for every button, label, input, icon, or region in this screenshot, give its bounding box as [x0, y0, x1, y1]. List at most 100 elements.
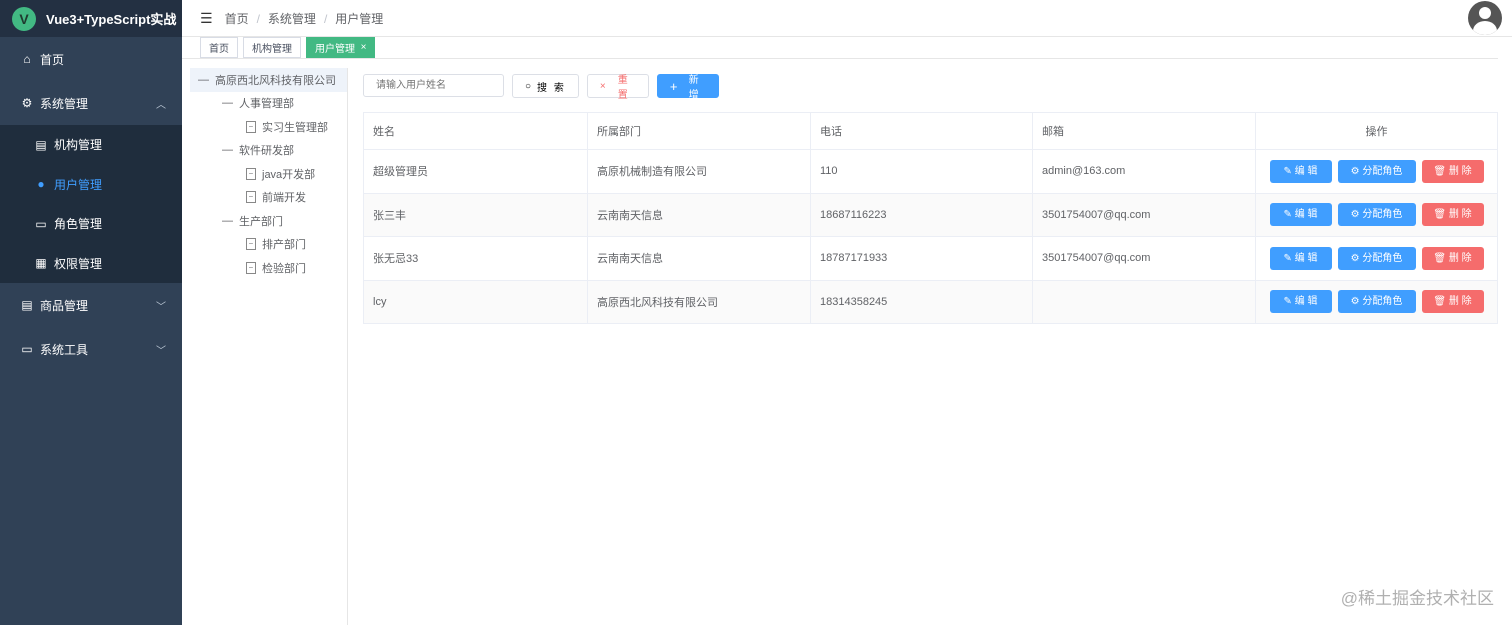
- table-cell: 云南南天信息: [587, 192, 811, 237]
- column-header: 操作: [1255, 112, 1498, 150]
- edit-icon: ✎: [1283, 165, 1295, 177]
- table-cell: [1032, 279, 1256, 324]
- edit-button[interactable]: ✎ 编 辑: [1269, 246, 1332, 270]
- sidebar-item-system[interactable]: ⚙ 系统管理 ︿: [0, 81, 182, 125]
- sidebar-item-tools[interactable]: ▭ 系统工具 ﹀: [0, 327, 182, 371]
- add-user-button[interactable]: + 新 增: [656, 74, 719, 101]
- tree-node-label: 高原西北风科技有限公司: [215, 74, 336, 87]
- table-cell: 3501754007@qq.com: [1032, 192, 1256, 237]
- table-cell: 云南南天信息: [587, 236, 811, 281]
- sidebar-item-label: 商品管理: [40, 298, 89, 313]
- watermark: @稀土掘金技术社区: [1340, 589, 1494, 608]
- file-icon: –: [246, 261, 256, 274]
- delete-button[interactable]: 🗑 删 除: [1421, 246, 1484, 270]
- tree-node[interactable]: – 排产部门: [190, 233, 347, 257]
- button-label: 分配角色: [1362, 209, 1403, 221]
- tree-node[interactable]: – 实习生管理部: [190, 115, 347, 139]
- tree-node[interactable]: – 检验部门: [190, 256, 347, 280]
- sidebar-item-label: 系统工具: [40, 342, 89, 357]
- breadcrumb-item: 用户管理: [335, 11, 384, 26]
- button-label: 编 辑: [1294, 165, 1318, 177]
- table-row: 张三丰 云南南天信息 18687116223 3501754007@qq.com ✎ 编…: [363, 192, 1498, 237]
- search-input[interactable]: [363, 74, 504, 97]
- tab-label: 首页: [209, 44, 229, 55]
- edit-icon: ✎: [1283, 252, 1295, 264]
- button-label: 删 除: [1448, 252, 1472, 264]
- button-label: 删 除: [1448, 209, 1472, 221]
- button-label: 编 辑: [1294, 252, 1318, 264]
- tree-node[interactable]: — 人事管理部: [190, 92, 347, 116]
- close-icon[interactable]: ×: [361, 42, 367, 53]
- trash-icon: 🗑: [1433, 165, 1449, 177]
- tab-org[interactable]: 机构管理: [243, 37, 301, 58]
- document-icon: ▤: [21, 298, 33, 312]
- assign-role-button[interactable]: ⚙ 分配角色: [1337, 246, 1416, 270]
- button-label: 分配角色: [1362, 296, 1403, 308]
- tree-node-label: 实习生管理部: [262, 121, 328, 134]
- hamburger-menu-icon[interactable]: ☰: [200, 10, 213, 27]
- table-row: lcy 高原西北风科技有限公司 18314358245 ✎ 编 辑 ⚙ 分配角色 🗑 删 …: [363, 279, 1498, 324]
- sidebar-item-permissions[interactable]: ▦ 权限管理: [0, 244, 182, 284]
- user-icon: ●: [37, 177, 45, 192]
- sidebar-item-home[interactable]: ⌂ 首页: [0, 37, 182, 81]
- tree-node[interactable]: – 前端开发: [190, 186, 347, 210]
- sidebar-item-org[interactable]: ▤ 机构管理: [0, 125, 182, 165]
- assign-role-button[interactable]: ⚙ 分配角色: [1337, 290, 1416, 314]
- column-header: 电话: [810, 112, 1033, 150]
- delete-button[interactable]: 🗑 删 除: [1421, 290, 1484, 314]
- tree-node[interactable]: – java开发部: [190, 162, 347, 186]
- delete-button[interactable]: 🗑 删 除: [1421, 159, 1484, 183]
- plus-icon: +: [669, 78, 680, 94]
- tree-node[interactable]: — 高原西北风科技有限公司: [190, 68, 347, 92]
- sidebar-item-users[interactable]: ● 用户管理: [0, 165, 182, 205]
- breadcrumb: 首页 / 系统管理 / 用户管理: [224, 11, 384, 26]
- tree-node-label: 生产部门: [239, 215, 283, 228]
- actions-cell: ✎ 编 辑 ⚙ 分配角色 🗑 删 除: [1255, 236, 1498, 281]
- table-cell: 18687116223: [810, 192, 1033, 237]
- table-cell: 3501754007@qq.com: [1032, 236, 1256, 281]
- edit-button[interactable]: ✎ 编 辑: [1269, 290, 1332, 314]
- edit-icon: ✎: [1283, 296, 1295, 308]
- tab-home[interactable]: 首页: [200, 37, 238, 58]
- tree-node-label: 软件研发部: [239, 145, 294, 158]
- app-logo: V Vue3+TypeScript实战: [0, 0, 182, 37]
- reset-button[interactable]: × 重 置: [586, 74, 649, 101]
- search-button[interactable]: ○ 搜 索: [512, 74, 579, 98]
- edit-button[interactable]: ✎ 编 辑: [1269, 159, 1332, 183]
- tags-view: 首页 机构管理 用户管理 ×: [182, 37, 1498, 59]
- grid-icon: ▦: [35, 256, 47, 271]
- table-cell: 18787171933: [810, 236, 1033, 281]
- edit-button[interactable]: ✎ 编 辑: [1269, 203, 1332, 227]
- tree-node-label: java开发部: [262, 168, 316, 181]
- sidebar-item-label: 机构管理: [54, 138, 103, 153]
- tree-node[interactable]: — 软件研发部: [190, 139, 347, 163]
- tree-node[interactable]: — 生产部门: [190, 209, 347, 233]
- assign-role-button[interactable]: ⚙ 分配角色: [1337, 159, 1416, 183]
- breadcrumb-item[interactable]: 首页: [225, 12, 249, 26]
- column-header: 姓名: [363, 112, 588, 150]
- file-icon: –: [246, 167, 256, 180]
- column-header: 邮箱: [1032, 112, 1256, 150]
- submenu-system: ▤ 机构管理 ● 用户管理 ▭ 角色管理 ▦ 权限管理: [0, 125, 182, 283]
- table-cell: 张无忌33: [363, 236, 588, 281]
- gear-icon: ⚙: [1350, 165, 1363, 177]
- file-icon: –: [246, 120, 256, 133]
- avatar[interactable]: [1468, 1, 1502, 35]
- gear-icon: ⚙: [1350, 209, 1363, 221]
- delete-button[interactable]: 🗑 删 除: [1421, 203, 1484, 227]
- assign-role-button[interactable]: ⚙ 分配角色: [1337, 203, 1416, 227]
- button-label: 删 除: [1448, 296, 1472, 308]
- sidebar-item-goods[interactable]: ▤ 商品管理 ﹀: [0, 283, 182, 327]
- trash-icon: 🗑: [1433, 296, 1449, 308]
- sidebar: V Vue3+TypeScript实战 ⌂ 首页 ⚙ 系统管理 ︿ ▤ 机构管理 ● 用户…: [0, 0, 182, 625]
- sidebar-item-roles[interactable]: ▭ 角色管理: [0, 204, 182, 244]
- table-cell: admin@163.com: [1032, 149, 1256, 194]
- tree-node-label: 人事管理部: [239, 98, 294, 111]
- breadcrumb-item[interactable]: 系统管理: [268, 12, 316, 26]
- sidebar-item-label: 角色管理: [54, 217, 103, 232]
- gear-icon: ⚙: [21, 96, 33, 110]
- tree-node-label: 检验部门: [262, 262, 306, 275]
- tab-users[interactable]: 用户管理 ×: [306, 37, 376, 58]
- table-row: 张无忌33 云南南天信息 18787171933 3501754007@qq.com ✎…: [363, 236, 1498, 281]
- sidebar-item-label: 首页: [40, 52, 65, 67]
